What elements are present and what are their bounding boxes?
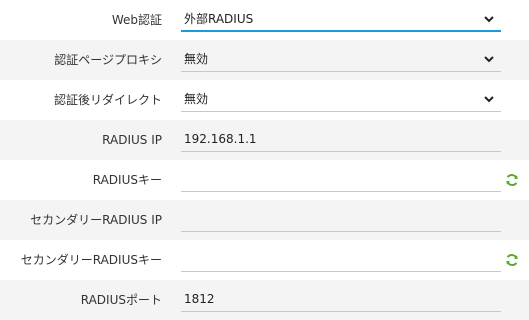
radius-port-label: RADIUSポート: [80, 293, 162, 307]
web-auth-select[interactable]: 外部RADIUS: [181, 8, 501, 32]
row-radius-ip: RADIUS IP 192.168.1.1: [0, 120, 529, 160]
web-auth-label: Web認証: [111, 13, 162, 27]
row-secondary-radius-ip: セカンダリーRADIUS IP: [0, 200, 529, 240]
row-secondary-radius-key: セカンダリーRADIUSキー: [0, 240, 529, 280]
secondary-radius-ip-label: セカンダリーRADIUS IP: [30, 213, 162, 227]
post-auth-redirect-label: 認証後リダイレクト: [53, 93, 162, 107]
radius-settings-form: Web認証 外部RADIUS 認証ページプロキシ 無効 認証後リダイレクト 無効…: [0, 0, 529, 320]
row-web-auth: Web認証 外部RADIUS: [0, 0, 529, 40]
radius-ip-input[interactable]: 192.168.1.1: [181, 128, 501, 152]
chevron-down-icon: [484, 56, 494, 63]
radius-key-input[interactable]: [181, 168, 501, 192]
radius-ip-label: RADIUS IP: [102, 133, 162, 147]
row-auth-page-proxy: 認証ページプロキシ 無効: [0, 40, 529, 80]
auth-page-proxy-select[interactable]: 無効: [181, 48, 501, 72]
post-auth-redirect-value: 無効: [184, 92, 209, 106]
auth-page-proxy-label: 認証ページプロキシ: [54, 53, 162, 67]
secondary-radius-ip-input[interactable]: [181, 208, 501, 232]
secondary-radius-key-input[interactable]: [181, 248, 501, 272]
radius-key-label: RADIUSキー: [92, 173, 162, 187]
auth-page-proxy-value: 無効: [184, 52, 209, 66]
radius-port-input[interactable]: 1812: [181, 288, 501, 312]
chevron-down-icon: [484, 16, 494, 23]
secondary-radius-key-label: セカンダリーRADIUSキー: [20, 253, 162, 267]
row-post-auth-redirect: 認証後リダイレクト 無効: [0, 80, 529, 120]
refresh-icon[interactable]: [505, 173, 519, 187]
radius-port-value: 1812: [184, 292, 215, 306]
post-auth-redirect-select[interactable]: 無効: [181, 88, 501, 112]
web-auth-value: 外部RADIUS: [184, 12, 254, 26]
refresh-icon[interactable]: [505, 253, 519, 267]
radius-ip-value: 192.168.1.1: [184, 132, 257, 146]
row-radius-key: RADIUSキー: [0, 160, 529, 200]
chevron-down-icon: [484, 96, 494, 103]
row-radius-port: RADIUSポート 1812: [0, 280, 529, 320]
